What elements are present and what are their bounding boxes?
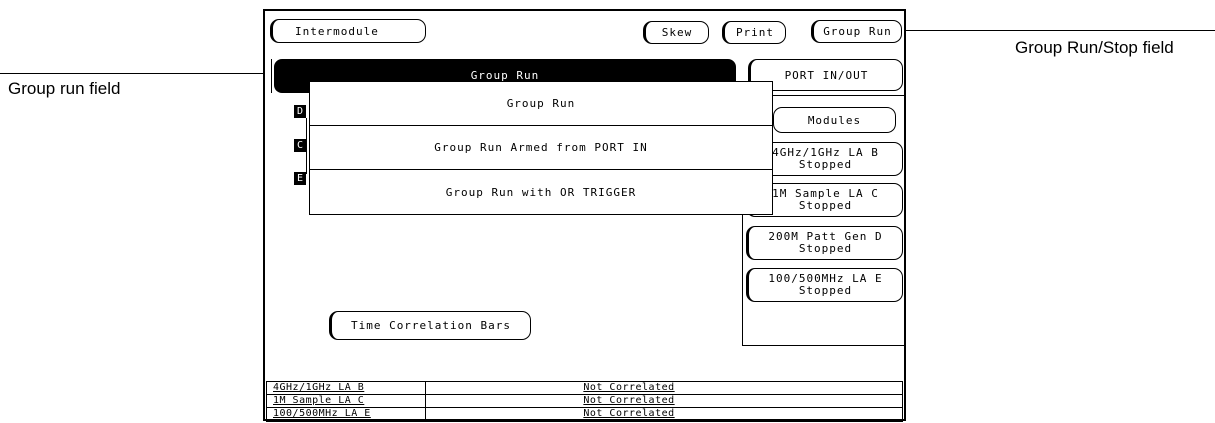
group-run-stop-button[interactable]: Group Run xyxy=(811,20,902,43)
group-run-stop-field-callout: Group Run/Stop field xyxy=(1015,38,1174,57)
module-status: Stopped xyxy=(798,199,853,212)
menu-item-armed-from-port-in[interactable]: Group Run Armed from PORT IN xyxy=(310,126,772,170)
correlation-module: 1M Sample LA C xyxy=(267,395,426,407)
group-run-field-callout: Group run field xyxy=(8,79,121,98)
correlation-table: 4GHz/1GHz LA B Not Correlated 1M Sample … xyxy=(266,381,903,422)
correlation-status: Not Correlated xyxy=(583,408,675,419)
tree-tag-d: D xyxy=(294,105,306,118)
module-button-patt-gen-d[interactable]: 200M Patt Gen D Stopped xyxy=(746,226,903,260)
group-run-field-edge xyxy=(271,59,272,93)
tree-connector xyxy=(306,118,307,174)
group-run-menu: Group Run Group Run Armed from PORT IN G… xyxy=(309,81,773,215)
module-status: Stopped xyxy=(798,242,853,255)
table-row: 100/500MHz LA E Not Correlated xyxy=(267,408,902,421)
correlation-module: 4GHz/1GHz LA B xyxy=(267,382,426,394)
tree-tag-e: E xyxy=(294,172,306,185)
correlation-module: 100/500MHz LA E xyxy=(267,408,426,421)
menu-item-group-run[interactable]: Group Run xyxy=(310,82,772,126)
module-status: Stopped xyxy=(798,158,853,171)
correlation-status: Not Correlated xyxy=(583,395,675,406)
time-correlation-bars-button[interactable]: Time Correlation Bars xyxy=(329,311,531,340)
module-button-la-e[interactable]: 100/500MHz LA E Stopped xyxy=(746,268,903,302)
modules-button[interactable]: Modules xyxy=(773,107,896,133)
print-button[interactable]: Print xyxy=(722,21,786,44)
tree-tag-c: C xyxy=(294,139,306,152)
menu-item-or-trigger[interactable]: Group Run with OR TRIGGER xyxy=(310,170,772,214)
table-row: 4GHz/1GHz LA B Not Correlated xyxy=(267,382,902,395)
table-row: 1M Sample LA C Not Correlated xyxy=(267,395,902,408)
correlation-status: Not Correlated xyxy=(583,382,675,393)
group-run-field-callout-line xyxy=(0,73,278,74)
group-run-stop-callout-line xyxy=(894,30,1215,31)
module-status: Stopped xyxy=(798,284,853,297)
skew-button[interactable]: Skew xyxy=(643,21,709,44)
intermodule-button[interactable]: Intermodule xyxy=(270,19,426,43)
instrument-screen: Intermodule Skew Print Group Run Group R… xyxy=(263,9,906,422)
